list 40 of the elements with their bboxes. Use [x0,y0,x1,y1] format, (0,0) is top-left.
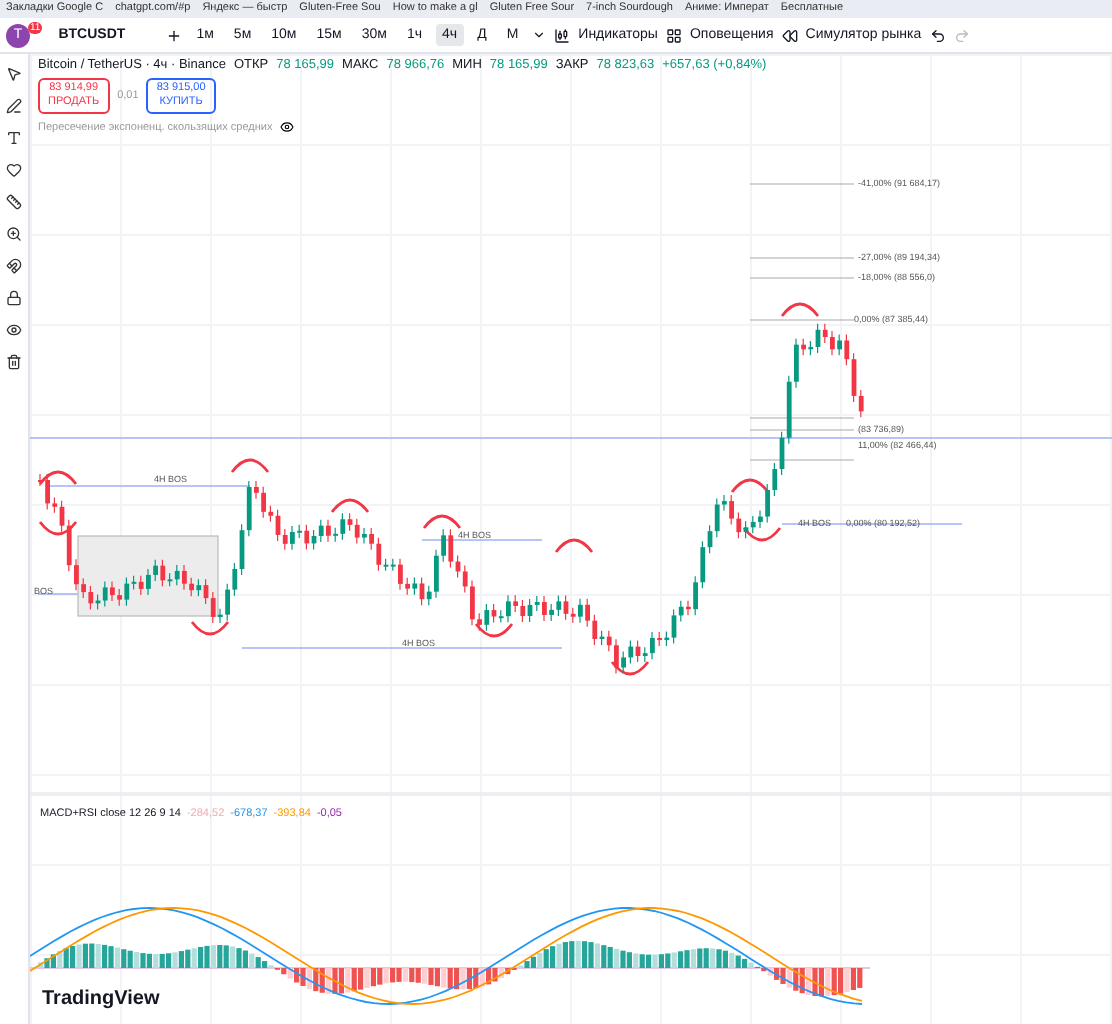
swing-arc [742,527,782,542]
fib-line [749,417,855,419]
fib-line [749,277,855,279]
fib-line [749,459,855,461]
magnet-icon[interactable] [6,258,22,274]
fib-line [749,429,855,431]
swing-arc [38,521,78,536]
swing-arc [554,538,594,553]
level-line [421,539,543,541]
swing-arc [730,478,770,493]
chevron-icon[interactable] [532,28,547,42]
swing-arc [474,623,514,638]
undo-icon[interactable] [929,27,946,43]
grid-icon[interactable] [665,27,682,43]
swing-arc [38,470,78,485]
fib-line [749,257,855,259]
swing-arc [610,661,650,676]
level-line [37,593,79,595]
range-box [77,535,219,617]
text-icon[interactable] [6,130,22,146]
swing-arc [230,458,270,473]
eye-icon[interactable] [280,120,295,134]
heart-icon[interactable] [6,162,22,178]
pen-icon[interactable] [6,98,22,114]
swing-arc [330,498,370,513]
ruler-icon[interactable] [6,194,22,210]
tradingview-logo: TradingView [42,988,160,1010]
fib-line [749,183,855,185]
swing-arc [780,302,820,317]
cursor-icon[interactable] [6,66,22,82]
swing-arc [422,514,462,529]
lock-icon[interactable] [6,290,22,306]
fib-line [749,319,855,321]
add-icon[interactable] [166,27,183,43]
eye-icon[interactable] [6,322,22,338]
zoom-icon[interactable] [6,226,22,242]
trash-icon[interactable] [6,354,22,370]
swing-arc [190,621,230,636]
replay-icon[interactable] [781,27,798,43]
candles-icon[interactable] [554,27,571,43]
